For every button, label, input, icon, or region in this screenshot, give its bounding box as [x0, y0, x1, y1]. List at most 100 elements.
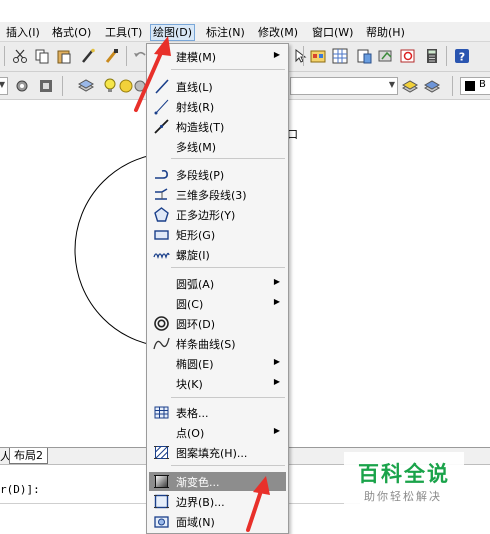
lightbulb-icon[interactable]: [102, 78, 118, 94]
match-properties-icon[interactable]: [80, 48, 96, 64]
menu-item-table[interactable]: 表格...: [149, 403, 286, 422]
menu-item-ray[interactable]: 射线(R): [149, 97, 286, 116]
submenu-arrow-icon: ▶: [273, 377, 280, 386]
menu-item-boundary[interactable]: 边界(B)...: [149, 492, 286, 511]
settings-gear-icon[interactable]: [14, 78, 30, 94]
menu-item-label: 圆弧(A): [176, 278, 215, 291]
svg-text:?: ?: [459, 51, 465, 64]
sheet-set-icon[interactable]: [378, 48, 394, 64]
menu-separator: [171, 465, 285, 466]
menu-item-3d-polyline[interactable]: 三维多段线(3): [149, 185, 286, 204]
chevron-down-icon: ▼: [388, 80, 395, 89]
menu-item-label: 渐变色...: [176, 476, 220, 489]
toolbar-separator: [446, 46, 447, 66]
polygon-icon: [154, 207, 169, 222]
chevron-down-icon: ▼: [0, 80, 5, 89]
construction-line-icon: [154, 119, 169, 134]
cut-icon[interactable]: [12, 48, 28, 64]
menu-item-spline[interactable]: 样条曲线(S): [149, 334, 286, 353]
layer-properties-icon[interactable]: [78, 78, 94, 94]
menu-item-line[interactable]: 直线(L): [149, 77, 286, 96]
toolbar-separator: [62, 76, 63, 96]
3d-polyline-icon: [155, 188, 168, 200]
menu-item-label: 边界(B)...: [176, 496, 225, 509]
toolbar-separator: [452, 76, 453, 96]
menu-item-helix[interactable]: 螺旋(I): [149, 245, 286, 264]
toolbar-separator: [126, 46, 127, 66]
color-label: B: [479, 79, 486, 90]
help-icon[interactable]: ?: [454, 48, 470, 64]
menu-item-rectangle[interactable]: 矩形(G): [149, 225, 286, 244]
make-current-layer-icon[interactable]: [402, 78, 418, 94]
menu-item-label: 矩形(G): [176, 229, 216, 242]
table-icon: [154, 406, 169, 419]
submenu-arrow-icon: ▶: [273, 357, 280, 366]
menu-item-label: 点(O): [176, 427, 205, 440]
menu-item-gradient[interactable]: 渐变色...: [149, 472, 286, 491]
menu-item-construction-line[interactable]: 构造线(T): [149, 117, 286, 136]
workspace-combo[interactable]: ▼: [0, 77, 8, 95]
menu-help[interactable]: 帮助(H): [366, 25, 405, 40]
menu-tools[interactable]: 工具(T): [105, 25, 142, 40]
spline-icon: [153, 337, 170, 350]
copy-icon[interactable]: [34, 48, 50, 64]
menu-dimension[interactable]: 标注(N): [206, 25, 245, 40]
markup-icon[interactable]: [400, 48, 416, 64]
menu-item-label: 圆(C): [176, 298, 204, 311]
menu-item-multiline[interactable]: 多线(M): [149, 137, 286, 156]
menu-separator: [171, 267, 285, 268]
hatch-icon: [154, 446, 169, 459]
menu-item-ellipse[interactable]: 椭圆(E) ▶: [149, 354, 286, 373]
brush-icon[interactable]: [104, 48, 120, 64]
properties-icon[interactable]: [310, 48, 326, 64]
menu-item-point[interactable]: 点(O) ▶: [149, 423, 286, 442]
menu-item-polyline[interactable]: 多段线(P): [149, 165, 286, 184]
menu-item-label: 射线(R): [176, 101, 215, 114]
menu-item-donut[interactable]: 圆环(D): [149, 314, 286, 333]
menu-item-modeling[interactable]: 建模(M) ▶: [149, 47, 286, 66]
menu-item-label: 三维多段线(3): [176, 189, 247, 202]
menu-item-label: 构造线(T): [176, 121, 225, 134]
color-combo[interactable]: B: [460, 77, 490, 95]
menu-separator: [171, 397, 285, 398]
menu-window[interactable]: 窗口(W): [312, 25, 353, 40]
menu-modify[interactable]: 修改(M): [258, 25, 298, 40]
boundary-icon: [154, 494, 169, 509]
menu-item-circle[interactable]: 圆(C) ▶: [149, 294, 286, 313]
layer-previous-icon[interactable]: [424, 78, 440, 94]
menu-item-label: 样条曲线(S): [176, 338, 236, 351]
polyline-icon: [155, 169, 168, 179]
menu-item-label: 面域(N): [176, 516, 215, 529]
menu-item-label: 图案填充(H)...: [176, 447, 248, 460]
tab-layout2[interactable]: 布局2: [9, 448, 48, 464]
menu-separator: [171, 158, 285, 159]
layer-dropdown[interactable]: ▼: [290, 77, 398, 95]
layer-state-icon[interactable]: [38, 78, 54, 94]
calculator-icon[interactable]: [424, 48, 440, 64]
menu-item-label: 圆环(D): [176, 318, 216, 331]
color-swatch: [465, 81, 475, 91]
menu-item-polygon[interactable]: 正多边形(Y): [149, 205, 286, 224]
submenu-arrow-icon: ▶: [273, 426, 280, 435]
menu-draw[interactable]: 绘图(D): [150, 24, 196, 41]
submenu-arrow-icon: ▶: [273, 277, 280, 286]
tool-palette-icon[interactable]: [356, 48, 372, 64]
help-cursor-icon[interactable]: [292, 48, 308, 64]
submenu-arrow-icon: ▶: [273, 50, 280, 59]
menu-item-arc[interactable]: 圆弧(A) ▶: [149, 274, 286, 293]
watermark-title: 百科全说: [358, 462, 450, 486]
menu-item-region[interactable]: 面域(N): [149, 512, 286, 531]
design-center-icon[interactable]: [332, 48, 348, 64]
menu-item-block[interactable]: 块(K) ▶: [149, 374, 286, 393]
draw-menu: 建模(M) ▶ 直线(L) 射线(R) 构造线(T) 多线(M) 多段线(P) …: [146, 43, 289, 534]
helix-icon: [153, 252, 170, 260]
title-strip: [0, 0, 490, 22]
menu-insert[interactable]: 插入(I): [6, 25, 40, 40]
menu-item-label: 多段线(P): [176, 169, 225, 182]
donut-icon: [154, 316, 169, 331]
gradient-icon: [154, 475, 169, 488]
menu-item-hatch[interactable]: 图案填充(H)...: [149, 443, 286, 462]
paste-icon[interactable]: [56, 48, 72, 64]
submenu-arrow-icon: ▶: [273, 297, 280, 306]
menu-format[interactable]: 格式(O): [52, 25, 91, 40]
